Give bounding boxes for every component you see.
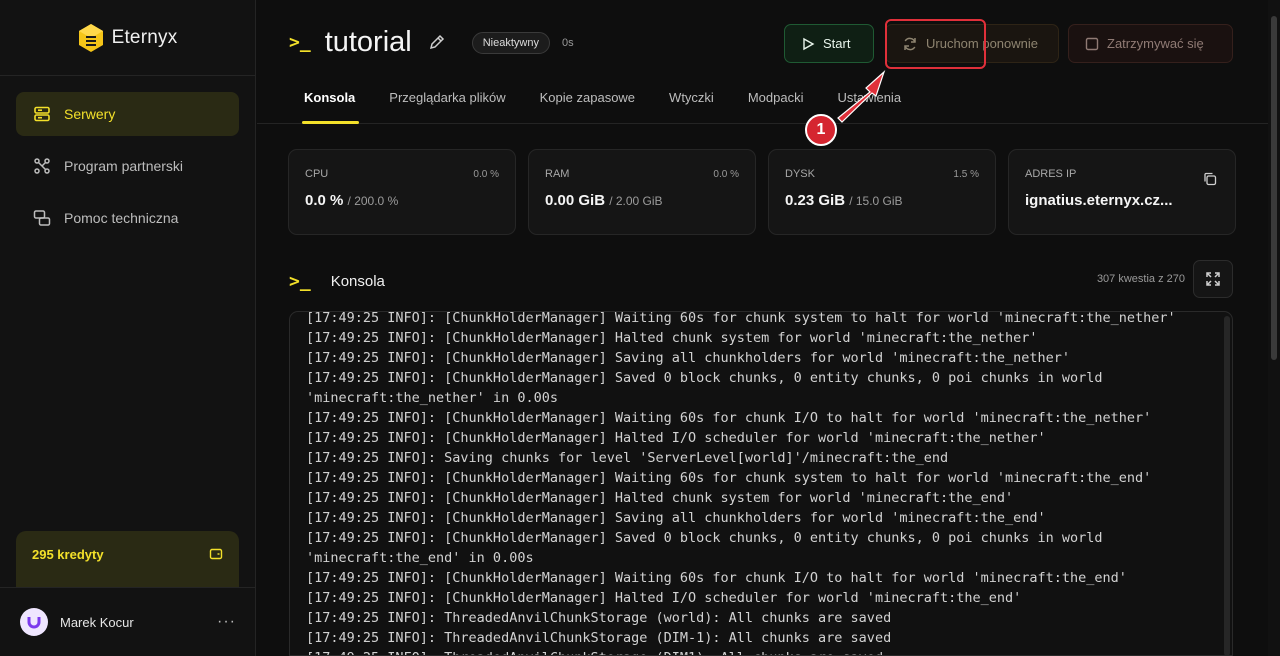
disk-limit: / 15.0 GiB	[849, 194, 903, 208]
console-output[interactable]: [17:49:25 INFO]: [ChunkHolderManager] Wa…	[289, 311, 1233, 656]
ram-label: RAM	[545, 168, 570, 180]
user-name: Marek Kocur	[60, 614, 134, 630]
sidebar-item-label: Pomoc techniczna	[64, 210, 179, 226]
terminal-prompt-icon: >_	[289, 271, 311, 292]
sidebar-item-label: Program partnerski	[64, 158, 184, 174]
console-log: [17:49:25 INFO]: [ChunkHolderManager] Wa…	[306, 311, 1206, 655]
resource-stats: CPU 0.0 % 0.0 % / 200.0 % RAM 0.0 % 0.00…	[288, 149, 1236, 235]
step-number-badge: 1	[805, 114, 837, 146]
edit-name-icon[interactable]	[428, 33, 448, 53]
wallet-icon[interactable]	[209, 547, 223, 566]
start-button-label: Start	[823, 36, 851, 51]
disk-label: DYSK	[785, 168, 815, 180]
tab-modpacks[interactable]: Modpacki	[731, 90, 821, 124]
start-button[interactable]: Start	[784, 24, 874, 63]
console-line: [17:49:25 INFO]: [ChunkHolderManager] Sa…	[306, 350, 1071, 366]
console-line: [17:49:25 INFO]: [ChunkHolderManager] Ha…	[306, 330, 1038, 346]
sidebar: Eternyx Serwery Program partnerski Pomoc…	[0, 0, 256, 656]
console-line: [17:49:25 INFO]: Saving chunks for level…	[306, 450, 949, 466]
credits-panel[interactable]: 295 kredyty	[16, 531, 239, 587]
status-badge: Nieaktywny	[471, 31, 550, 54]
console-line: [17:49:25 INFO]: [ChunkHolderManager] Wa…	[306, 570, 1127, 586]
stop-button-label: Zatrzymywać się	[1107, 36, 1204, 51]
tab-settings[interactable]: Ustawienia	[820, 90, 918, 124]
cpu-card: CPU 0.0 % 0.0 % / 200.0 %	[288, 149, 516, 235]
brand-name: Eternyx	[111, 26, 178, 48]
console-line: [17:49:25 INFO]: [ChunkHolderManager] Wa…	[306, 311, 1176, 326]
cpu-label: CPU	[305, 168, 329, 180]
avatar	[20, 608, 48, 636]
uptime-value: 0s	[561, 36, 574, 49]
sidebar-item-label: Serwery	[64, 106, 116, 122]
console-header: >_ Konsola 307 kwestia z 270	[289, 260, 1233, 298]
page-scrollbar-thumb[interactable]	[1271, 16, 1277, 360]
main-content: >_ tutorial Nieaktywny 0s Start Uruchom …	[257, 0, 1268, 656]
support-chat-icon	[32, 208, 52, 228]
page-scrollbar[interactable]	[1268, 0, 1280, 656]
server-title-row: >_ tutorial Nieaktywny 0s	[289, 26, 574, 59]
server-header: >_ tutorial Nieaktywny 0s Start Uruchom …	[257, 0, 1268, 124]
ip-value: ignatius.eternyx.cz...	[1025, 192, 1173, 209]
tab-plugins[interactable]: Wtyczki	[652, 90, 731, 124]
console-line: [17:49:25 INFO]: [ChunkHolderManager] Sa…	[306, 510, 1046, 526]
tab-backups[interactable]: Kopie zapasowe	[523, 90, 652, 124]
logo-icon	[78, 23, 104, 53]
user-profile[interactable]: Marek Kocur ···	[0, 587, 256, 656]
console-line-count: 307 kwestia z 270	[1096, 273, 1185, 285]
console-line: [17:49:25 INFO]: ThreadedAnvilChunkStora…	[306, 630, 892, 646]
console-line: [17:49:25 INFO]: [ChunkHolderManager] Sa…	[306, 370, 1111, 406]
console-line: [17:49:25 INFO]: [ChunkHolderManager] Ha…	[306, 430, 1046, 446]
annotation-highlight	[885, 19, 986, 69]
ram-limit: / 2.00 GiB	[609, 194, 663, 208]
ram-usage: 0.00 GiB	[545, 192, 606, 209]
console-line: [17:49:25 INFO]: [ChunkHolderManager] Wa…	[306, 410, 1152, 426]
ram-card: RAM 0.0 % 0.00 GiB / 2.00 GiB	[528, 149, 756, 235]
tab-file-browser[interactable]: Przeglądarka plików	[372, 90, 522, 124]
disk-value: 0.23 GiB / 15.0 GiB	[785, 192, 979, 209]
console-title-label: Konsola	[330, 273, 385, 290]
credits-balance: 295 kredyty	[32, 547, 104, 562]
disk-usage: 0.23 GiB	[785, 192, 846, 209]
brand-logo[interactable]: Eternyx	[0, 0, 255, 76]
play-icon	[803, 37, 815, 50]
stop-button[interactable]: Zatrzymywać się	[1068, 24, 1233, 63]
expand-icon	[1206, 272, 1220, 286]
console-line: [17:49:25 INFO]: [ChunkHolderManager] Sa…	[306, 530, 1111, 566]
terminal-prompt-icon: >_	[289, 32, 311, 53]
sidebar-item-affiliate[interactable]: Program partnerski	[16, 144, 239, 188]
cpu-limit: / 200.0 %	[347, 194, 399, 208]
tab-console[interactable]: Konsola	[289, 90, 372, 124]
console-line: [17:49:25 INFO]: [ChunkHolderManager] Ha…	[306, 490, 1014, 506]
server-icon	[32, 104, 52, 124]
disk-card: DYSK 1.5 % 0.23 GiB / 15.0 GiB	[768, 149, 996, 235]
sidebar-nav: Serwery Program partnerski Pomoc technic…	[0, 76, 255, 264]
cpu-value: 0.0 % / 200.0 %	[305, 192, 499, 209]
page-title: tutorial	[324, 26, 412, 58]
sidebar-item-servers[interactable]: Serwery	[16, 92, 239, 136]
console-line: [17:49:25 INFO]: ThreadedAnvilChunkStora…	[306, 610, 892, 626]
cpu-percent: 0.0 %	[473, 169, 499, 180]
console-line: [17:49:25 INFO]: [ChunkHolderManager] Ha…	[306, 590, 1022, 606]
ram-percent: 0.0 %	[713, 169, 739, 180]
affiliate-icon	[32, 156, 52, 176]
console-scrollbar[interactable]	[1224, 316, 1230, 655]
stop-icon	[1085, 37, 1099, 50]
console-line: [17:49:25 INFO]: ThreadedAnvilChunkStora…	[306, 648, 1206, 655]
sidebar-item-support[interactable]: Pomoc techniczna	[16, 196, 239, 240]
disk-percent: 1.5 %	[953, 169, 979, 180]
cpu-usage: 0.0 %	[305, 192, 344, 209]
console-line: [17:49:25 INFO]: [ChunkHolderManager] Wa…	[306, 470, 1152, 486]
console-title: >_ Konsola	[289, 271, 385, 292]
ram-value: 0.00 GiB / 2.00 GiB	[545, 192, 739, 209]
ip-card: ADRES IP ignatius.eternyx.cz...	[1008, 149, 1236, 235]
copy-icon[interactable]	[1203, 172, 1217, 191]
ip-label: ADRES IP	[1025, 168, 1077, 180]
more-options-icon[interactable]: ···	[217, 613, 236, 631]
fullscreen-button[interactable]	[1193, 260, 1233, 298]
